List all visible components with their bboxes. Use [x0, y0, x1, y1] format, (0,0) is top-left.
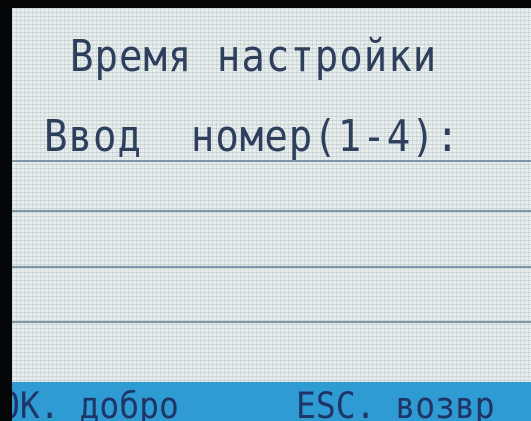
esc-softkey[interactable]: ESC. возвр [296, 384, 495, 421]
row-divider [12, 266, 531, 268]
row-divider [12, 160, 531, 162]
softkey-bar: OK. добро ESC. возвр [12, 382, 531, 421]
ok-softkey[interactable]: OK. добро [12, 384, 179, 421]
number-prompt: Ввод номер(1-4): [44, 112, 461, 163]
row-divider [12, 210, 531, 212]
row-divider [12, 321, 531, 323]
screen-title: Время настройки [70, 32, 438, 83]
lcd-screen: Время настройки Ввод номер(1-4): OK. доб… [12, 8, 531, 421]
